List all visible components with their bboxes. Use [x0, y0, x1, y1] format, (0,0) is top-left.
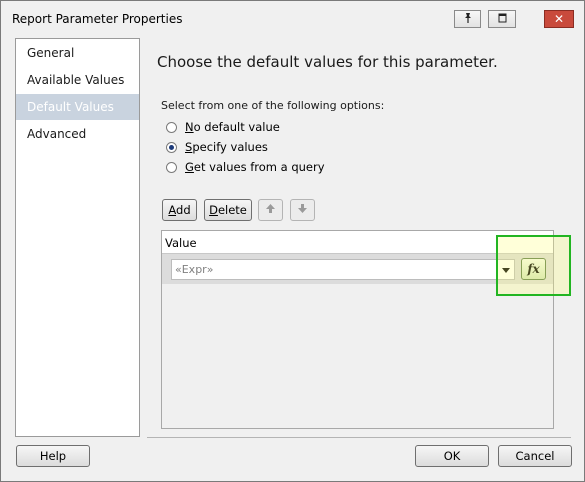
radio-label: Get values from a query: [185, 160, 325, 174]
add-button-label: Add: [168, 203, 191, 217]
footer-divider: [147, 437, 571, 438]
move-down-button[interactable]: [290, 199, 315, 221]
title-bar[interactable]: Report Parameter Properties ✕: [1, 1, 584, 36]
help-button-label: Help: [39, 449, 67, 463]
value-column-header: Value: [165, 236, 197, 250]
report-parameter-properties-dialog: Report Parameter Properties ✕ General Av…: [0, 0, 585, 482]
window-title: Report Parameter Properties: [12, 12, 183, 26]
sidebar: General Available Values Default Values …: [15, 38, 140, 437]
options-label: Select from one of the following options…: [161, 99, 385, 112]
cancel-button[interactable]: Cancel: [498, 445, 572, 467]
close-icon: ✕: [553, 12, 565, 26]
arrow-up-icon: [265, 203, 276, 217]
expr-placeholder: «Expr»: [175, 263, 214, 276]
fx-icon: fx: [527, 262, 540, 276]
radio-no-default-value[interactable]: No default value: [166, 118, 280, 136]
help-button[interactable]: Help: [16, 445, 90, 467]
close-button[interactable]: ✕: [544, 10, 574, 28]
sidebar-item-advanced[interactable]: Advanced: [16, 121, 139, 147]
cancel-button-label: Cancel: [515, 449, 555, 463]
ok-button-label: OK: [443, 449, 461, 463]
grid-header: Value: [162, 231, 553, 254]
pin-icon: [462, 12, 474, 27]
restore-button[interactable]: [488, 10, 516, 28]
radio-specify-values[interactable]: Specify values: [166, 138, 268, 156]
radio-circle-selected[interactable]: [166, 141, 177, 153]
arrow-down-icon: [297, 203, 308, 217]
value-combobox[interactable]: «Expr»: [171, 259, 515, 280]
dropdown-arrow-icon[interactable]: [502, 268, 510, 273]
sidebar-item-default-values[interactable]: Default Values: [16, 94, 139, 120]
radio-circle[interactable]: [166, 161, 177, 173]
delete-button[interactable]: Delete: [204, 199, 252, 221]
values-grid: Value «Expr» fx: [161, 230, 554, 429]
radio-get-values-from-query[interactable]: Get values from a query: [166, 158, 325, 176]
radio-label: Specify values: [185, 140, 268, 154]
delete-button-label: Delete: [209, 203, 247, 217]
sidebar-item-general[interactable]: General: [16, 40, 139, 66]
sidebar-item-available-values[interactable]: Available Values: [16, 67, 139, 93]
table-row[interactable]: «Expr» fx: [162, 254, 553, 284]
add-button[interactable]: Add: [162, 199, 197, 221]
ok-button[interactable]: OK: [415, 445, 489, 467]
page-heading: Choose the default values for this param…: [157, 53, 498, 71]
radio-label: No default value: [185, 120, 280, 134]
pin-button[interactable]: [454, 10, 481, 28]
radio-circle[interactable]: [166, 121, 177, 133]
expression-fx-button[interactable]: fx: [521, 258, 546, 280]
move-up-button[interactable]: [258, 199, 283, 221]
restore-icon: [497, 12, 508, 26]
